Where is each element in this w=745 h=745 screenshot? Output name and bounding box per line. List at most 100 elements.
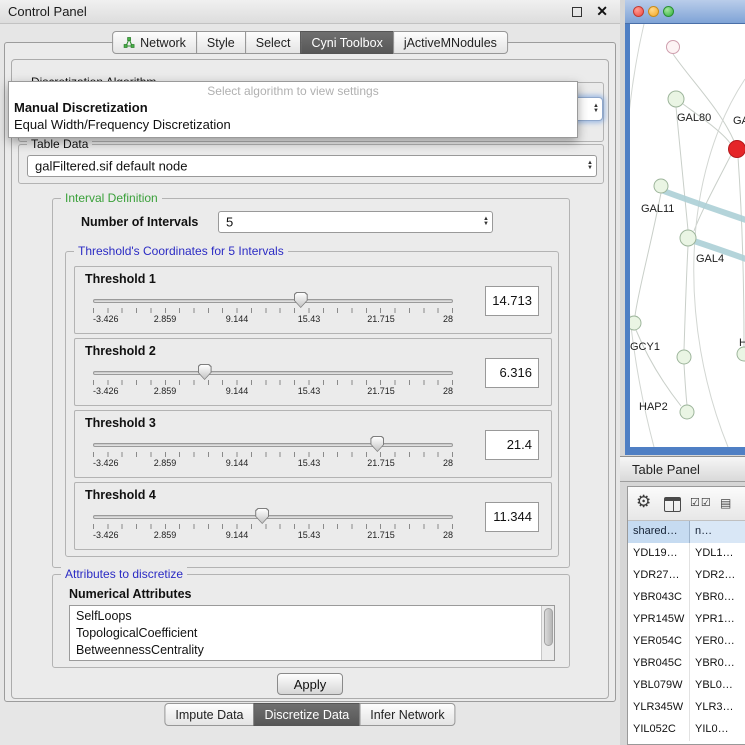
threshold-value-field[interactable]: 21.4: [485, 430, 539, 460]
table-cell[interactable]: YBL079W: [628, 675, 690, 697]
combobox-arrows-icon[interactable]: ▲▼: [587, 161, 593, 171]
columns-icon[interactable]: [664, 497, 681, 512]
zoom-button[interactable]: [663, 6, 674, 17]
checkbox-icons[interactable]: ☑☑: [690, 496, 712, 509]
network-canvas[interactable]: GAL80GAGAL11GAL4GCY1HHAP2: [630, 24, 745, 447]
table-row[interactable]: YBR043CYBR0…: [628, 587, 745, 609]
threshold-slider-3[interactable]: -3.4262.8599.14415.4321.71528: [93, 435, 455, 471]
threshold-slider-2[interactable]: -3.4262.8599.14415.4321.71528: [93, 363, 455, 399]
tab-network[interactable]: Network: [112, 31, 197, 54]
node-label: HAP2: [639, 401, 668, 413]
table-cell[interactable]: YBR045C: [628, 653, 690, 675]
table-cell[interactable]: YBL0…: [690, 675, 745, 697]
column-header[interactable]: n…: [690, 521, 745, 543]
list-item[interactable]: TopologicalCoefficient: [70, 626, 554, 643]
table-cell[interactable]: YPR145W: [628, 609, 690, 631]
network-node[interactable]: [680, 405, 694, 419]
list-item[interactable]: SelfLoops: [70, 609, 554, 626]
scale-tick-label: 21.715: [367, 386, 395, 396]
scrollbar-thumb[interactable]: [544, 608, 553, 646]
slider-scale: -3.4262.8599.14415.4321.71528: [93, 530, 453, 541]
network-node[interactable]: [680, 230, 696, 246]
table-row[interactable]: YDR27…YDR2…: [628, 565, 745, 587]
tab-select[interactable]: Select: [245, 31, 302, 54]
slider-thumb[interactable]: [370, 436, 384, 452]
close-icon[interactable]: ✕: [596, 3, 608, 20]
scale-tick-label: 2.859: [154, 530, 177, 540]
network-node[interactable]: [668, 91, 684, 107]
minimize-button[interactable]: [648, 6, 659, 17]
table-row[interactable]: YDL19…YDL1…: [628, 543, 745, 565]
apply-button[interactable]: Apply: [277, 673, 343, 695]
threshold-label: Threshold 1: [85, 272, 156, 286]
tab-jactivemodules[interactable]: jActiveMNodules: [393, 31, 508, 54]
number-of-intervals-combobox[interactable]: 5 ▲▼: [218, 211, 493, 233]
threshold-panel-4: Threshold 4 -3.4262.8599.14415.4321.7152…: [74, 482, 552, 550]
float-window-icon[interactable]: [572, 7, 582, 17]
network-edge: [684, 364, 687, 405]
scale-tick-label: 9.144: [226, 314, 249, 324]
vertical-scrollbar[interactable]: [541, 606, 554, 660]
threshold-slider-4[interactable]: -3.4262.8599.14415.4321.71528: [93, 507, 455, 543]
table-cell[interactable]: YDR27…: [628, 565, 690, 587]
network-node[interactable]: [729, 141, 745, 158]
table-cell[interactable]: YBR0…: [690, 653, 745, 675]
table-cell[interactable]: YDR2…: [690, 565, 745, 587]
slider-thumb[interactable]: [255, 508, 269, 524]
tab-infer-network[interactable]: Infer Network: [359, 703, 455, 726]
tab-style[interactable]: Style: [196, 31, 246, 54]
algorithm-option[interactable]: Equal Width/Frequency Discretization: [9, 116, 577, 133]
tab-impute-data[interactable]: Impute Data: [164, 703, 254, 726]
network-node[interactable]: [667, 41, 680, 54]
network-node[interactable]: [654, 179, 668, 193]
threshold-value-field[interactable]: 11.344: [485, 502, 539, 532]
table-row[interactable]: YER054CYER0…: [628, 631, 745, 653]
group-label: Interval Definition: [61, 191, 162, 205]
table-cell[interactable]: YDL1…: [690, 543, 745, 565]
close-button[interactable]: [633, 6, 644, 17]
table-cell[interactable]: YLR345W: [628, 697, 690, 719]
network-node[interactable]: [630, 316, 641, 330]
network-node[interactable]: [677, 350, 691, 364]
table-cell[interactable]: YER0…: [690, 631, 745, 653]
table-cell[interactable]: YIL0…: [690, 719, 745, 741]
threshold-value-field[interactable]: 6.316: [485, 358, 539, 388]
algorithm-option[interactable]: Manual Discretization: [9, 99, 577, 116]
threshold-value-field[interactable]: 14.713: [485, 286, 539, 316]
table-row[interactable]: YBR045CYBR0…: [628, 653, 745, 675]
tab-cyni-toolbox[interactable]: Cyni Toolbox: [300, 31, 393, 54]
column-header[interactable]: shared…: [628, 521, 690, 543]
table-cell[interactable]: YIL052C: [628, 719, 690, 741]
network-node[interactable]: [737, 347, 745, 361]
combobox-arrows-icon[interactable]: ▲▼: [593, 104, 599, 114]
table-row[interactable]: YPR145WYPR1…: [628, 609, 745, 631]
slider-ticks: [93, 524, 453, 529]
table-row[interactable]: YIL052CYIL0…: [628, 719, 745, 741]
node-table-card: ⚙ ☑☑ ▤ shared… n… YDL19…YDL1…YDR27…YDR2……: [627, 486, 745, 745]
list-item[interactable]: BetweennessCentrality: [70, 643, 554, 660]
attributes-group: Attributes to discretize Numerical Attri…: [52, 574, 570, 668]
table-panel-header: Table Panel: [620, 456, 745, 482]
network-edge: [676, 107, 688, 230]
table-cell[interactable]: YBR0…: [690, 587, 745, 609]
table-cell[interactable]: YDL19…: [628, 543, 690, 565]
threshold-slider-1[interactable]: -3.4262.8599.14415.4321.71528: [93, 291, 455, 327]
gear-icon[interactable]: ⚙: [636, 492, 651, 512]
combobox-arrows-icon[interactable]: ▲▼: [483, 217, 489, 227]
table-row[interactable]: YLR345WYLR3…: [628, 697, 745, 719]
table-cell[interactable]: YLR3…: [690, 697, 745, 719]
slider-thumb[interactable]: [294, 292, 308, 308]
list-icon[interactable]: ▤: [720, 496, 731, 510]
table-cell[interactable]: YER054C: [628, 631, 690, 653]
table-cell[interactable]: YPR1…: [690, 609, 745, 631]
table-cell[interactable]: YBR043C: [628, 587, 690, 609]
slider-thumb[interactable]: [198, 364, 212, 380]
tab-label: jActiveMNodules: [404, 36, 497, 50]
table-data-combobox[interactable]: galFiltered.sif default node ▲▼: [27, 155, 597, 177]
scale-tick-label: -3.426: [93, 530, 119, 540]
node-label: GAL4: [696, 253, 724, 265]
slider-ticks: [93, 380, 453, 385]
scale-tick-label: 9.144: [226, 458, 249, 468]
tab-discretize-data[interactable]: Discretize Data: [254, 703, 361, 726]
table-row[interactable]: YBL079WYBL0…: [628, 675, 745, 697]
